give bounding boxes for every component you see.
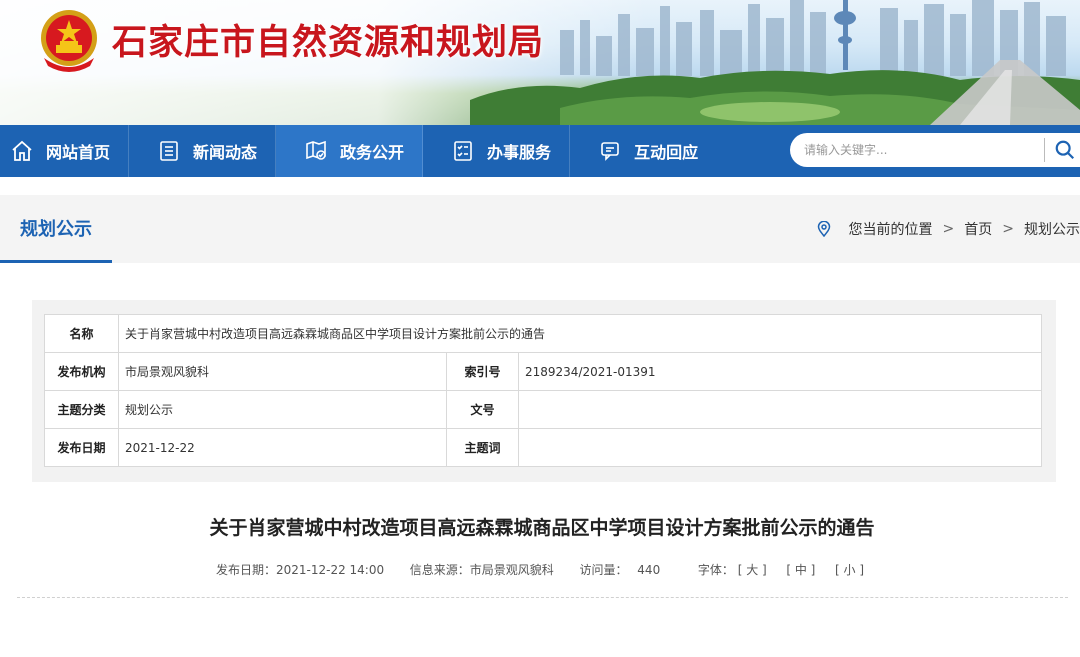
meta-source: 信息来源：市局景观风貌科 — [409, 563, 554, 577]
category-value: 规划公示 — [118, 390, 447, 429]
nav-label: 新闻动态 — [193, 143, 258, 162]
breadcrumb-separator: > — [1002, 221, 1014, 237]
name-value: 关于肖家营城中村改造项目高远森霖城商品区中学项目设计方案批前公示的通告 — [118, 314, 1042, 353]
nav-item-news[interactable]: 新闻动态 — [129, 125, 277, 177]
table-row: 发布机构 市局景观风貌科 索引号 2189234/2021-01391 — [44, 352, 1042, 391]
publisher-key: 发布机构 — [44, 352, 119, 391]
meta-date: 发布日期：2021-12-22 14:00 — [215, 563, 385, 577]
breadcrumb-current[interactable]: 规划公示 — [1024, 219, 1080, 239]
breadcrumb: 您当前的位置 > 首页 > 规划公示 — [817, 195, 1080, 263]
meta-views: 440 — [637, 563, 661, 577]
main-nav: 网站首页 新闻动态 政务公开 办事服务 互动回应 — [0, 125, 1080, 177]
search-input[interactable] — [790, 135, 1040, 165]
chat-icon — [596, 137, 624, 165]
section-title: 规划公示 — [0, 195, 112, 263]
article-meta: 发布日期：2021-12-22 14:00 信息来源：市局景观风貌科 访问量： … — [0, 561, 1080, 578]
site-banner: 石家庄市自然资源和规划局 — [0, 0, 1080, 125]
national-emblem-icon — [34, 6, 104, 74]
breadcrumb-label: 您当前的位置 — [848, 222, 933, 238]
publisher-value: 市局景观风貌科 — [118, 352, 447, 391]
keywords-key: 主题词 — [446, 428, 519, 467]
article-divider — [17, 597, 1068, 598]
keywords-value — [518, 428, 1042, 467]
table-row: 名称 关于肖家营城中村改造项目高远森霖城商品区中学项目设计方案批前公示的通告 — [44, 314, 1042, 353]
search-box — [790, 133, 1080, 167]
table-row: 发布日期 2021-12-22 主题词 — [44, 428, 1042, 467]
date-key: 发布日期 — [44, 428, 119, 467]
nav-item-gov-affairs[interactable]: 政务公开 — [276, 125, 424, 177]
home-icon — [8, 137, 36, 165]
nav-label: 办事服务 — [487, 143, 552, 162]
location-pin-icon — [817, 221, 831, 237]
docno-value — [518, 390, 1042, 429]
date-value: 2021-12-22 — [118, 428, 447, 467]
gov-affairs-icon — [302, 137, 330, 165]
nav-label: 政务公开 — [340, 143, 405, 162]
article-title: 关于肖家营城中村改造项目高远森霖城商品区中学项目设计方案批前公示的通告 — [209, 517, 875, 539]
index-value: 2189234/2021-01391 — [518, 352, 1042, 391]
search-button[interactable] — [1045, 133, 1080, 167]
nav-item-home[interactable]: 网站首页 — [0, 125, 130, 177]
category-key: 主题分类 — [44, 390, 119, 429]
document-info-table: 名称 关于肖家营城中村改造项目高远森霖城商品区中学项目设计方案批前公示的通告 发… — [44, 314, 1042, 467]
docno-key: 文号 — [446, 390, 519, 429]
meta-font-label: 字体： — [697, 563, 734, 577]
section-header: 规划公示 您当前的位置 > 首页 > 规划公示 — [0, 195, 1080, 263]
site-title: 石家庄市自然资源和规划局 — [112, 23, 545, 63]
meta-views-label: 访问量： — [579, 563, 628, 577]
breadcrumb-separator: > — [942, 221, 955, 237]
search-icon — [1055, 140, 1075, 160]
name-key: 名称 — [44, 314, 119, 353]
document-info-panel: 名称 关于肖家营城中村改造项目高远森霖城商品区中学项目设计方案批前公示的通告 发… — [32, 300, 1056, 482]
news-icon — [155, 137, 183, 165]
table-row: 主题分类 规划公示 文号 — [44, 390, 1042, 429]
nav-item-service[interactable]: 办事服务 — [423, 125, 571, 177]
font-size-medium-button[interactable]: [ 中 ] — [786, 563, 815, 577]
service-icon — [449, 137, 477, 165]
index-key: 索引号 — [446, 352, 519, 391]
nav-label: 互动回应 — [634, 143, 699, 162]
font-size-large-button[interactable]: [ 大 ] — [738, 563, 767, 577]
font-size-small-button[interactable]: [ 小 ] — [835, 563, 864, 577]
breadcrumb-home[interactable]: 首页 — [964, 219, 992, 239]
nav-item-interact[interactable]: 互动回应 — [570, 125, 716, 177]
nav-label: 网站首页 — [46, 143, 111, 162]
